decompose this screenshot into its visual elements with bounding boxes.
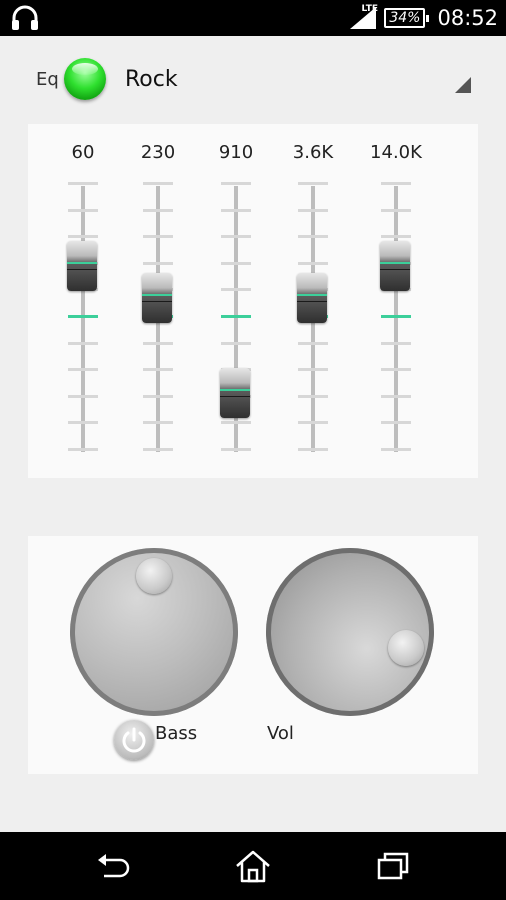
preset-selector[interactable]: Rock <box>125 67 178 92</box>
slider-tick <box>68 394 98 398</box>
band-frequency-label: 230 <box>140 142 176 163</box>
slider-tick <box>143 208 173 212</box>
slider-tick <box>298 341 328 345</box>
slider-tick <box>68 421 98 425</box>
slider-tick <box>68 182 98 185</box>
slider-tick <box>143 261 173 265</box>
slider-tick <box>221 421 251 425</box>
slider-tick <box>298 421 328 425</box>
signal-icon <box>350 7 377 29</box>
slider-track[interactable] <box>81 186 85 452</box>
slider-tick <box>221 448 251 451</box>
slider-tick <box>381 235 411 239</box>
navigation-bar <box>0 832 506 900</box>
slider-tick <box>143 182 173 185</box>
bass-power-button[interactable] <box>114 720 154 760</box>
slider-track[interactable] <box>394 186 398 452</box>
slider-tick <box>221 182 251 185</box>
bass-label: Bass <box>155 723 198 744</box>
back-icon[interactable] <box>92 848 132 884</box>
slider-tick <box>381 208 411 212</box>
slider-tick <box>298 261 328 265</box>
band-frequency-label: 910 <box>218 142 254 163</box>
slider-tick <box>221 208 251 212</box>
home-icon[interactable] <box>233 848 273 884</box>
slider-tick <box>221 288 251 292</box>
headphones-icon <box>12 5 38 30</box>
band-frequency-label: 14.0K <box>370 142 422 163</box>
zero-line <box>68 315 98 318</box>
slider-tick <box>298 182 328 185</box>
slider-thumb[interactable] <box>67 240 97 291</box>
battery-indicator: 34% <box>384 8 430 28</box>
slider-tick <box>298 368 328 372</box>
slider-tick <box>298 208 328 212</box>
slider-tick <box>143 421 173 425</box>
slider-tick <box>221 261 251 265</box>
slider-tick <box>143 368 173 372</box>
slider-tick <box>68 368 98 372</box>
slider-tick <box>68 235 98 239</box>
zero-line <box>381 315 411 318</box>
eq-band: 230 <box>128 124 188 478</box>
eq-band: 14.0K <box>366 124 426 478</box>
eq-label: Eq <box>36 69 59 90</box>
slider-tick <box>221 235 251 239</box>
slider-tick <box>381 368 411 372</box>
slider-tick <box>143 394 173 398</box>
eq-band: 60 <box>53 124 113 478</box>
slider-tick <box>381 394 411 398</box>
recents-icon[interactable] <box>373 848 413 884</box>
status-bar: LTE 34% 08:52 <box>0 0 506 36</box>
slider-tick <box>143 448 173 451</box>
slider-thumb[interactable] <box>380 240 410 291</box>
band-frequency-label: 60 <box>71 142 95 163</box>
eq-band: 910 <box>206 124 266 478</box>
slider-tick <box>143 341 173 345</box>
slider-tick <box>381 341 411 345</box>
slider-tick <box>143 235 173 239</box>
zero-line <box>221 315 251 318</box>
power-icon <box>122 727 146 753</box>
slider-tick <box>381 421 411 425</box>
slider-thumb[interactable] <box>297 272 327 323</box>
bass-knob-indicator <box>136 558 172 594</box>
volume-knob[interactable] <box>266 548 434 716</box>
knob-panel: Bass Vol <box>28 536 478 774</box>
slider-tick <box>298 394 328 398</box>
dropdown-arrow-icon[interactable] <box>455 77 471 93</box>
slider-thumb[interactable] <box>220 368 250 419</box>
equalizer-panel: 60 230 910 3.6K 14.0K <box>28 124 478 478</box>
vol-label: Vol <box>267 723 294 744</box>
slider-thumb[interactable] <box>142 272 172 323</box>
band-frequency-label: 3.6K <box>292 142 334 163</box>
slider-tick <box>298 235 328 239</box>
slider-tick <box>68 341 98 345</box>
slider-tick <box>68 208 98 212</box>
slider-tick <box>381 182 411 185</box>
slider-tick <box>68 448 98 451</box>
bass-knob[interactable] <box>70 548 238 716</box>
volume-knob-indicator <box>388 630 424 666</box>
eq-band: 3.6K <box>283 124 343 478</box>
slider-tick <box>221 341 251 345</box>
eq-toggle-led[interactable] <box>64 58 106 100</box>
clock: 08:52 <box>437 6 498 30</box>
slider-tick <box>381 448 411 451</box>
slider-tick <box>298 448 328 451</box>
